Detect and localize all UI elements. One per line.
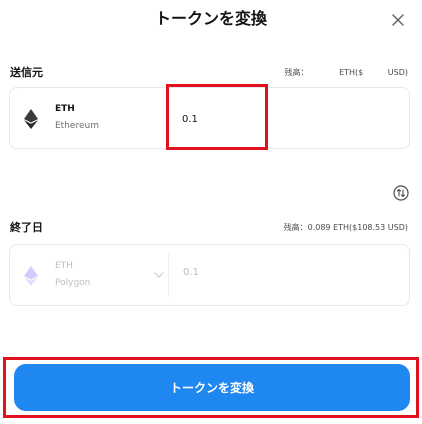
to-balance: 残高：0.089 ETH($108.53 USD) [283, 223, 408, 232]
swap-direction-icon [393, 185, 409, 201]
ethereum-icon [24, 266, 38, 286]
submit-highlight-box: トークンを変換 [3, 357, 419, 418]
to-token-selector[interactable]: ETH Polygon [10, 245, 168, 305]
from-section-label: 送信元 [10, 66, 43, 79]
from-token-network: Ethereum [55, 121, 99, 131]
to-token-symbol: ETH [55, 261, 73, 271]
from-card-divider [168, 96, 169, 140]
modal-title: トークンを変換 [154, 9, 267, 28]
to-section-label: 終了日 [10, 221, 43, 234]
swap-direction-button[interactable] [393, 185, 409, 201]
from-token-symbol: ETH [55, 104, 75, 114]
close-icon [392, 14, 404, 26]
from-token-selector[interactable]: ETH Ethereum [10, 88, 168, 148]
close-button[interactable] [388, 10, 408, 30]
from-balance-unit: ETH($ [339, 68, 364, 77]
to-amount-output: 0.1 [183, 267, 199, 278]
to-card-divider [168, 253, 169, 297]
from-balance-unit-suffix: USD) [387, 68, 408, 77]
from-amount-input[interactable] [182, 111, 392, 127]
to-token-card: ETH Polygon [9, 244, 410, 306]
ethereum-icon [24, 109, 38, 129]
convert-token-modal: トークンを変換 送信元 残高： ETH($ USD) ETH Ethereum [0, 0, 422, 424]
from-balance-label: 残高： [284, 68, 309, 77]
chevron-down-icon [154, 272, 164, 278]
to-token-network: Polygon [55, 278, 91, 288]
from-token-card: ETH Ethereum [9, 87, 410, 149]
convert-token-button[interactable]: トークンを変換 [14, 364, 410, 411]
from-balance: 残高： ETH($ USD) [285, 66, 408, 80]
